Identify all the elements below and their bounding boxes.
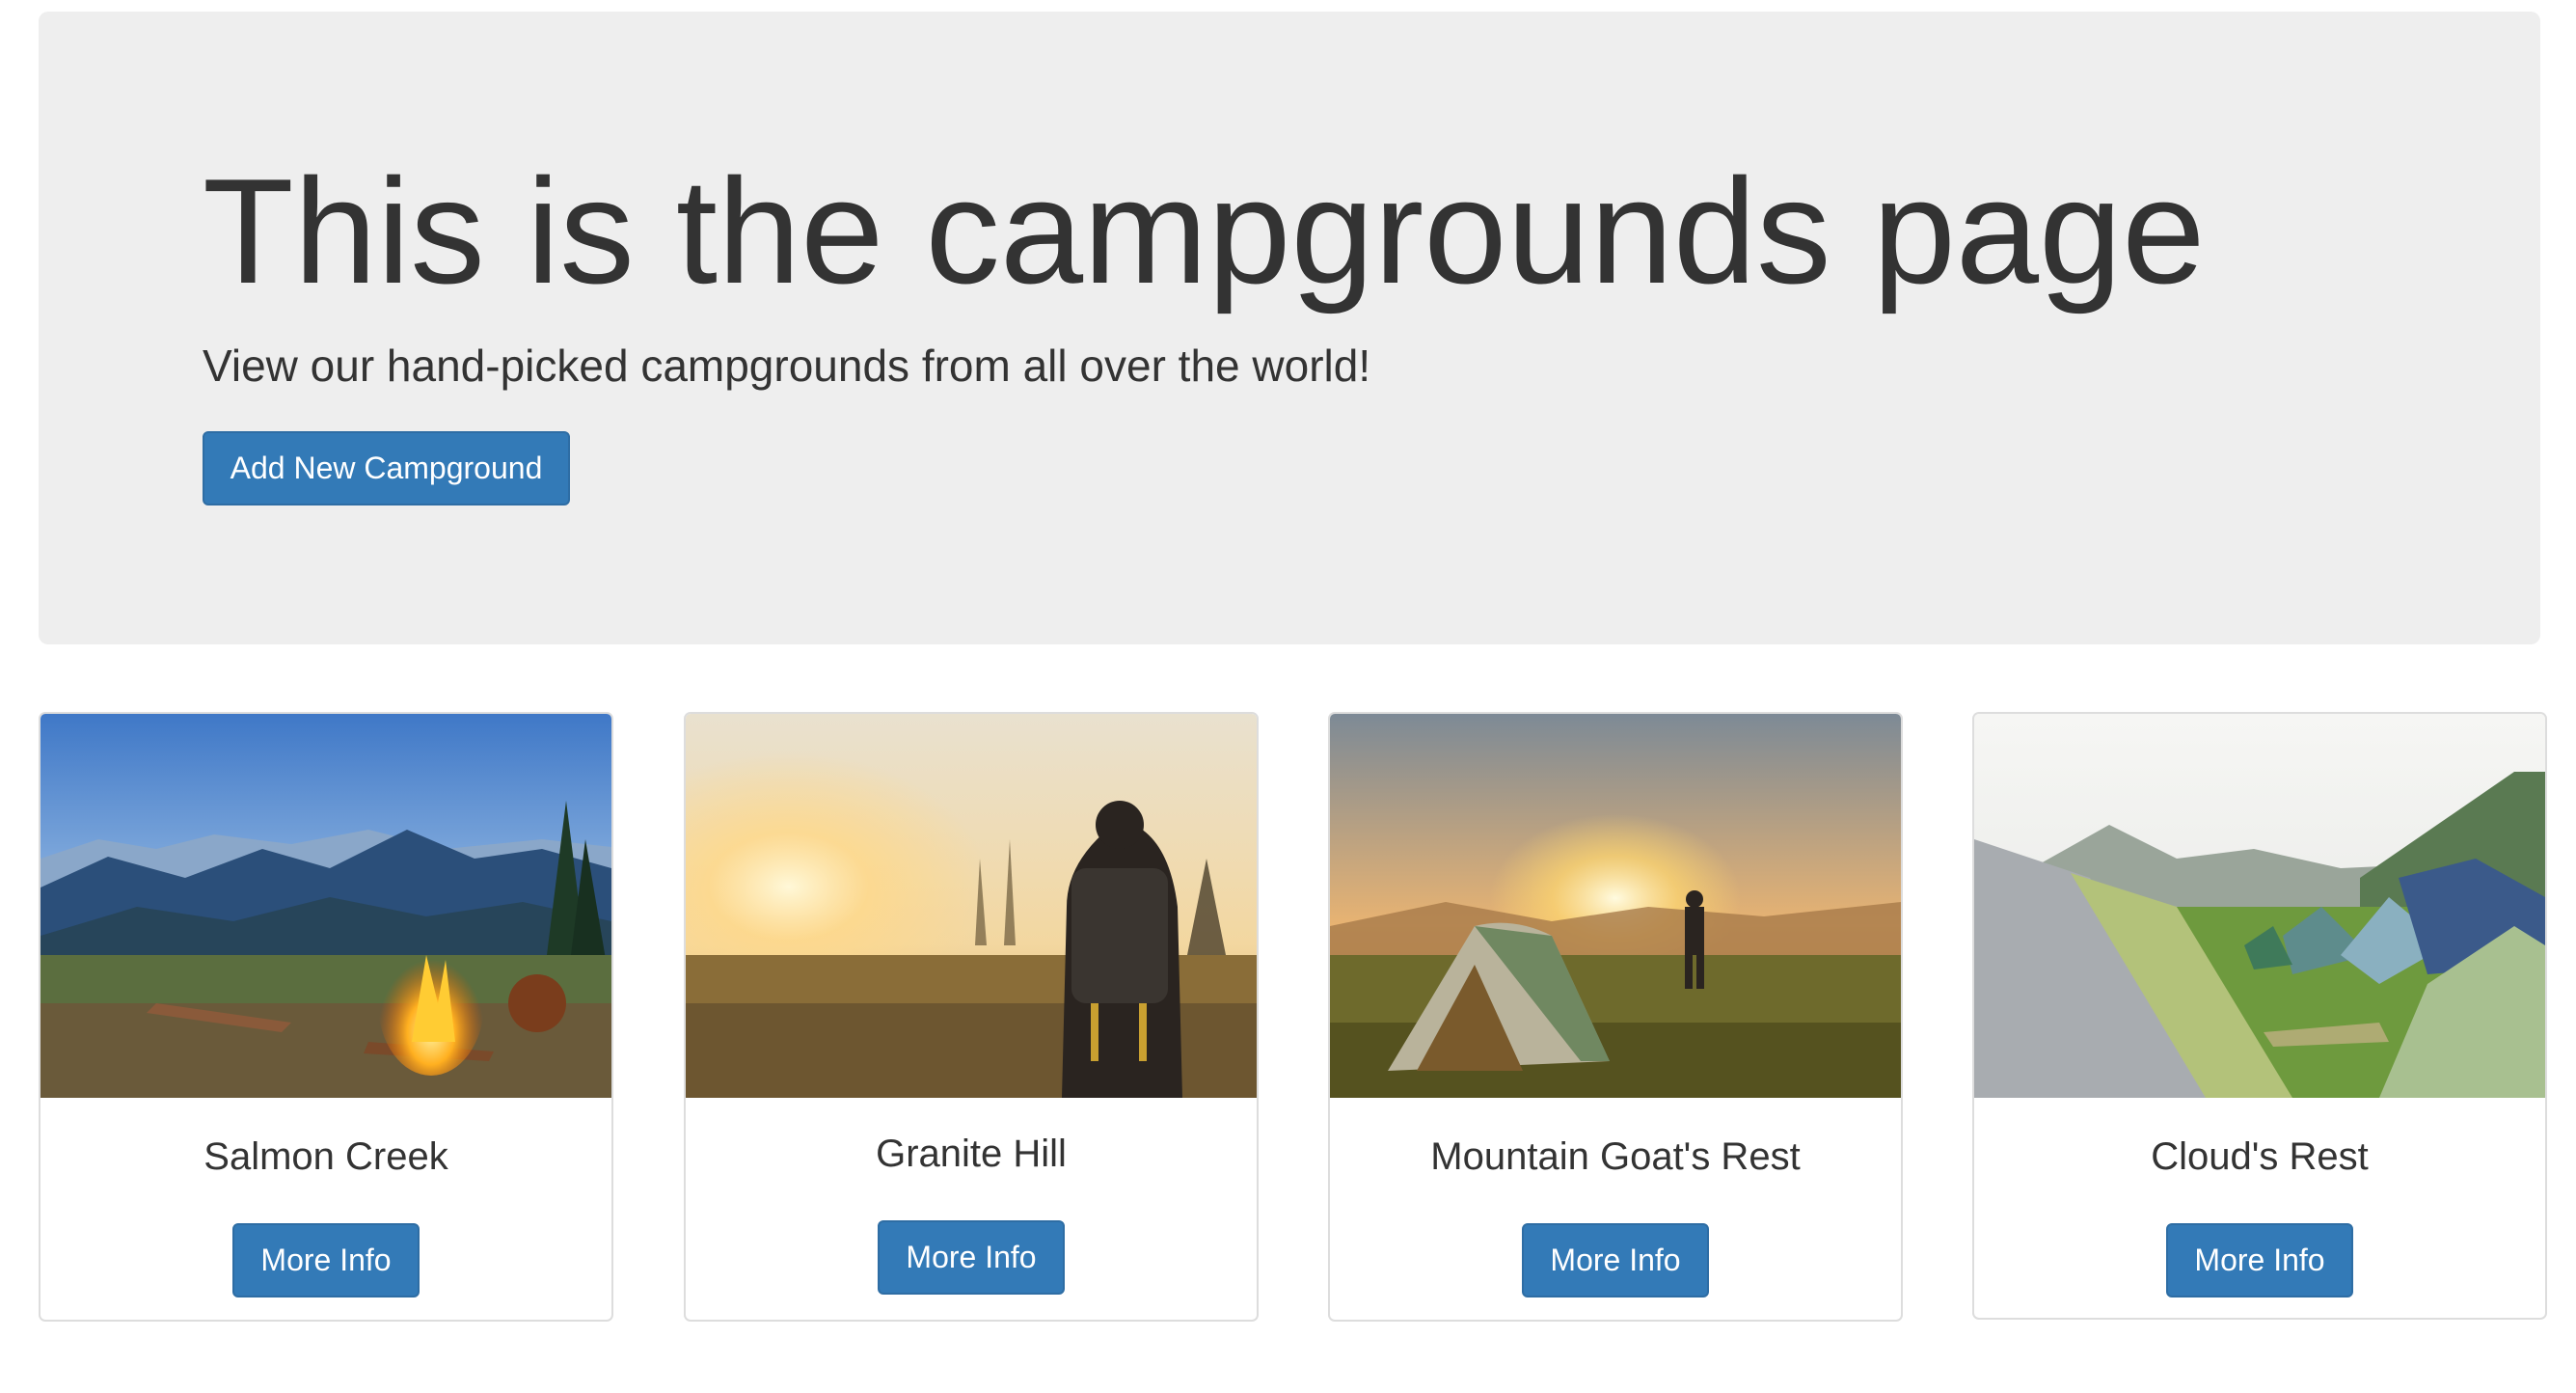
more-info-button[interactable]: More Info — [878, 1220, 1065, 1295]
more-info-button[interactable]: More Info — [1522, 1223, 1709, 1297]
campground-card: Granite Hill More Info — [684, 712, 1259, 1322]
more-info-button[interactable]: More Info — [2166, 1223, 2353, 1297]
campground-card: Cloud's Rest More Info — [1972, 712, 2547, 1320]
campground-name: Salmon Creek — [203, 1135, 448, 1178]
jumbotron: This is the campgrounds page View our ha… — [39, 12, 2540, 644]
campground-image — [1330, 714, 1901, 1098]
campground-name: Cloud's Rest — [2151, 1135, 2369, 1178]
page-subtitle: View our hand-picked campgrounds from al… — [203, 341, 1371, 391]
campground-card: Mountain Goat's Rest More Info — [1328, 712, 1903, 1322]
add-new-campground-button[interactable]: Add New Campground — [203, 431, 570, 505]
page-title: This is the campgrounds page — [203, 148, 2206, 314]
campground-image — [686, 714, 1257, 1098]
more-info-button[interactable]: More Info — [232, 1223, 420, 1297]
campground-image — [1974, 714, 2545, 1098]
campground-name: Mountain Goat's Rest — [1430, 1135, 1801, 1178]
campground-card: Salmon Creek More Info — [39, 712, 613, 1322]
campground-image — [41, 714, 611, 1098]
campground-name: Granite Hill — [876, 1133, 1067, 1175]
